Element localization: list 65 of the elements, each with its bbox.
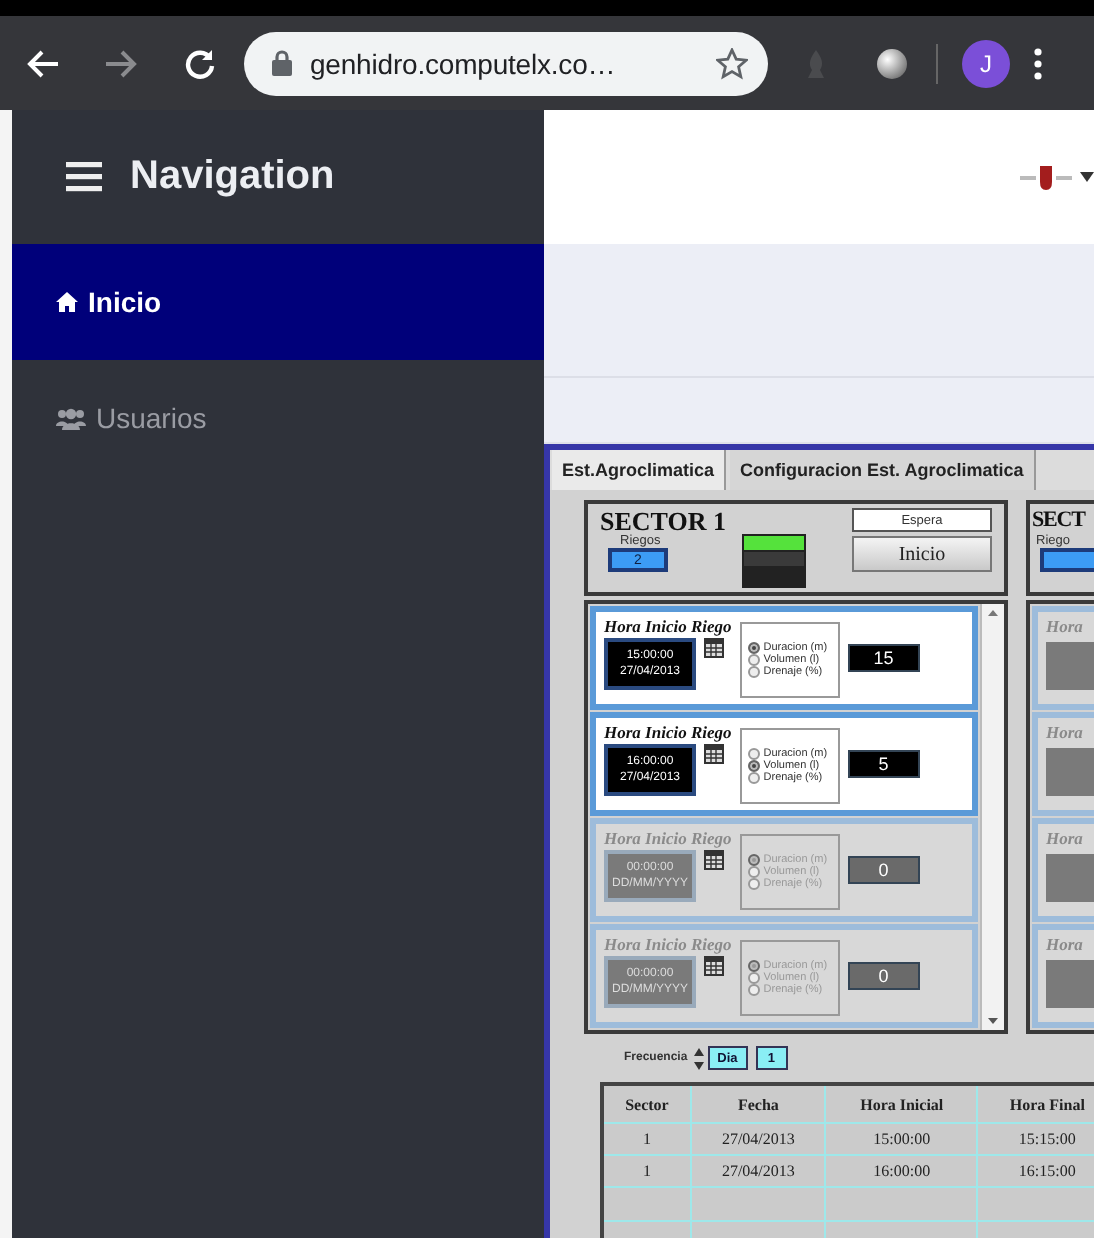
sector-title: SECTOR 1	[600, 508, 726, 534]
table-cell: 27/04/2013	[690, 1123, 826, 1155]
radio-button[interactable]	[747, 772, 760, 784]
led-indicator	[741, 534, 806, 588]
column-header: Hora Inicial	[825, 1084, 978, 1123]
radio-button[interactable]	[747, 654, 760, 666]
menu-icon[interactable]	[1034, 47, 1042, 79]
calendar-icon[interactable]	[704, 744, 724, 764]
radio-button[interactable]	[747, 666, 760, 678]
sector-title: SECT	[1032, 508, 1088, 534]
profile-avatar[interactable]: J	[962, 39, 1010, 87]
value-field[interactable]: 5	[847, 750, 920, 778]
sidebar-item[interactable]: Inicio	[12, 244, 544, 360]
address-bar[interactable]: genhidro.computelx.co…	[244, 31, 768, 95]
table-cell: 16:00:00	[825, 1155, 978, 1187]
column-header: Fecha	[690, 1084, 826, 1123]
riegos-field	[1040, 548, 1094, 572]
scroll-down-icon[interactable]	[988, 1018, 998, 1024]
back-icon[interactable]	[24, 47, 60, 79]
table-cell: 27/04/2013	[690, 1155, 826, 1187]
sidebar-title: Navigation	[130, 154, 335, 200]
schedule-title: Hora	[1046, 722, 1083, 742]
radio-button[interactable]	[747, 642, 760, 654]
radio-button[interactable]	[747, 984, 760, 996]
tab[interactable]: Configuracion Est. Agroclimatica	[730, 450, 1036, 490]
logo-icon	[1020, 163, 1076, 191]
home-icon	[56, 292, 78, 312]
calendar-icon[interactable]	[704, 956, 724, 976]
schedule-title: Hora	[1046, 934, 1083, 954]
tab[interactable]: Est.Agroclimatica	[552, 450, 727, 490]
radio-button[interactable]	[747, 972, 760, 984]
calendar-icon[interactable]	[704, 850, 724, 870]
calendar-icon[interactable]	[704, 638, 724, 658]
scrollbar[interactable]	[980, 604, 1004, 1030]
column-header: Sector	[602, 1084, 691, 1123]
radio-button[interactable]	[747, 854, 760, 866]
menu-icon[interactable]	[66, 162, 102, 192]
lock-icon	[272, 50, 292, 76]
table-cell: 1	[602, 1155, 691, 1187]
radio-button[interactable]	[747, 866, 760, 878]
table-cell: 1	[602, 1123, 691, 1155]
sidebar-item[interactable]: Usuarios	[12, 360, 544, 476]
schedule-title: Hora Inicio Riego	[604, 616, 732, 636]
value-field[interactable]: 0	[847, 962, 920, 990]
schedule-title: Hora	[1046, 616, 1083, 636]
table-cell: 15:00:00	[825, 1123, 978, 1155]
schedule-title: Hora Inicio Riego	[604, 722, 732, 742]
star-icon[interactable]	[716, 47, 748, 79]
start-button[interactable]: Inicio	[852, 536, 992, 572]
value-field[interactable]: 15	[847, 644, 920, 672]
value-field[interactable]: 0	[847, 856, 920, 884]
scroll-up-icon[interactable]	[988, 610, 998, 616]
schedule-title: Hora Inicio Riego	[604, 934, 732, 954]
caret-icon[interactable]	[1080, 172, 1094, 182]
radio-button[interactable]	[747, 960, 760, 972]
extension-icon[interactable]	[876, 47, 908, 79]
radio-button[interactable]	[747, 748, 760, 760]
url-text: genhidro.computelx.co…	[310, 47, 618, 79]
schedule-title: Hora Inicio Riego	[604, 828, 732, 848]
radio-button[interactable]	[747, 878, 760, 890]
forward-icon[interactable]	[104, 47, 140, 79]
schedule-title: Hora	[1046, 828, 1083, 848]
reload-icon[interactable]	[184, 47, 216, 79]
radio-button[interactable]	[747, 760, 760, 772]
users-icon	[56, 407, 86, 429]
